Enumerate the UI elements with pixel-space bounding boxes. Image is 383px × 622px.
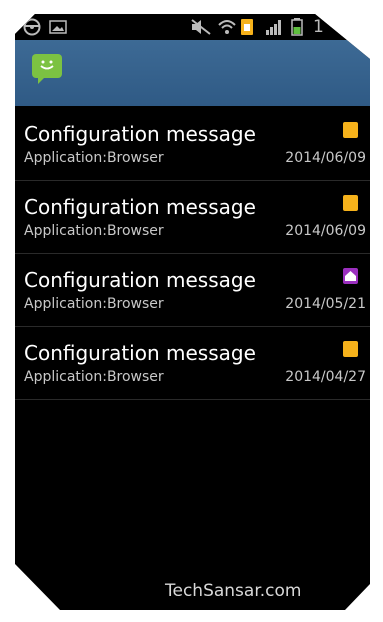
status-time: 1	[313, 17, 324, 37]
message-title: Configuration message	[24, 341, 256, 365]
message-subtitle: Application:Browser	[24, 296, 164, 312]
mute-icon	[191, 19, 211, 35]
list-item[interactable]: Configuration message Application:Browse…	[15, 181, 370, 254]
message-title: Configuration message	[24, 122, 256, 146]
list-item[interactable]: Configuration message Application:Browse…	[15, 327, 370, 400]
message-date: 2014/06/09	[285, 223, 366, 239]
message-list: Configuration message Application:Browse…	[15, 108, 370, 400]
gallery-icon	[49, 20, 67, 34]
message-subtitle: Application:Browser	[24, 369, 164, 385]
home-icon	[343, 268, 358, 284]
message-title: Configuration message	[24, 268, 256, 292]
action-bar	[15, 40, 370, 106]
sim-icon	[241, 19, 253, 35]
message-date: 2014/05/21	[285, 296, 366, 312]
status-bar: 1	[15, 14, 370, 40]
list-item[interactable]: Configuration message Application:Browse…	[15, 254, 370, 327]
browser-icon	[343, 195, 358, 211]
browser-icon	[343, 122, 358, 138]
page-frame: 1 Configuration message Application:Brow…	[0, 0, 383, 622]
messaging-icon[interactable]	[32, 54, 62, 84]
phone-screen: 1 Configuration message Application:Brow…	[15, 14, 370, 610]
browser-icon	[343, 341, 358, 357]
battery-icon	[291, 18, 303, 36]
signal-icon	[266, 20, 281, 35]
message-date: 2014/04/27	[285, 369, 366, 385]
steering-wheel-icon	[23, 18, 41, 36]
message-subtitle: Application:Browser	[24, 150, 164, 166]
wifi-icon	[218, 20, 236, 34]
message-title: Configuration message	[24, 195, 256, 219]
message-date: 2014/06/09	[285, 150, 366, 166]
list-item[interactable]: Configuration message Application:Browse…	[15, 108, 370, 181]
message-subtitle: Application:Browser	[24, 223, 164, 239]
watermark: TechSansar.com	[165, 581, 302, 601]
